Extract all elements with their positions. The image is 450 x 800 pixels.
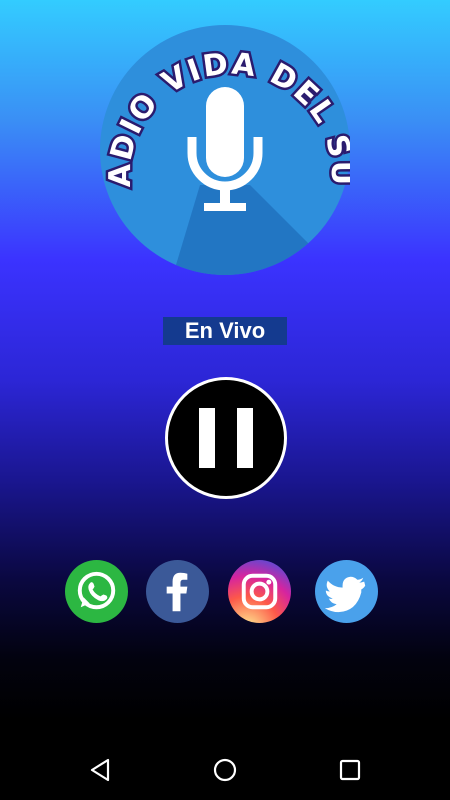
pause-icon-bar — [237, 408, 253, 468]
twitter-icon — [324, 576, 366, 613]
recents-icon — [339, 759, 361, 781]
whatsapp-icon — [77, 571, 116, 610]
system-navbar — [0, 740, 450, 800]
back-icon — [90, 758, 110, 782]
instagram-button[interactable] — [228, 560, 291, 623]
pause-button[interactable] — [165, 377, 287, 499]
twitter-button[interactable] — [315, 560, 378, 623]
app-logo: RADIO VIDA DEL SUR — [85, 0, 360, 275]
whatsapp-button[interactable] — [65, 560, 128, 623]
instagram-icon — [241, 573, 278, 610]
home-icon — [213, 758, 237, 782]
recents-button[interactable] — [337, 757, 363, 783]
pause-icon — [199, 408, 215, 468]
home-button[interactable] — [212, 757, 238, 783]
live-status-label: En Vivo — [162, 317, 288, 345]
facebook-icon — [166, 572, 188, 612]
back-button[interactable] — [88, 757, 114, 783]
facebook-button[interactable] — [146, 560, 209, 623]
